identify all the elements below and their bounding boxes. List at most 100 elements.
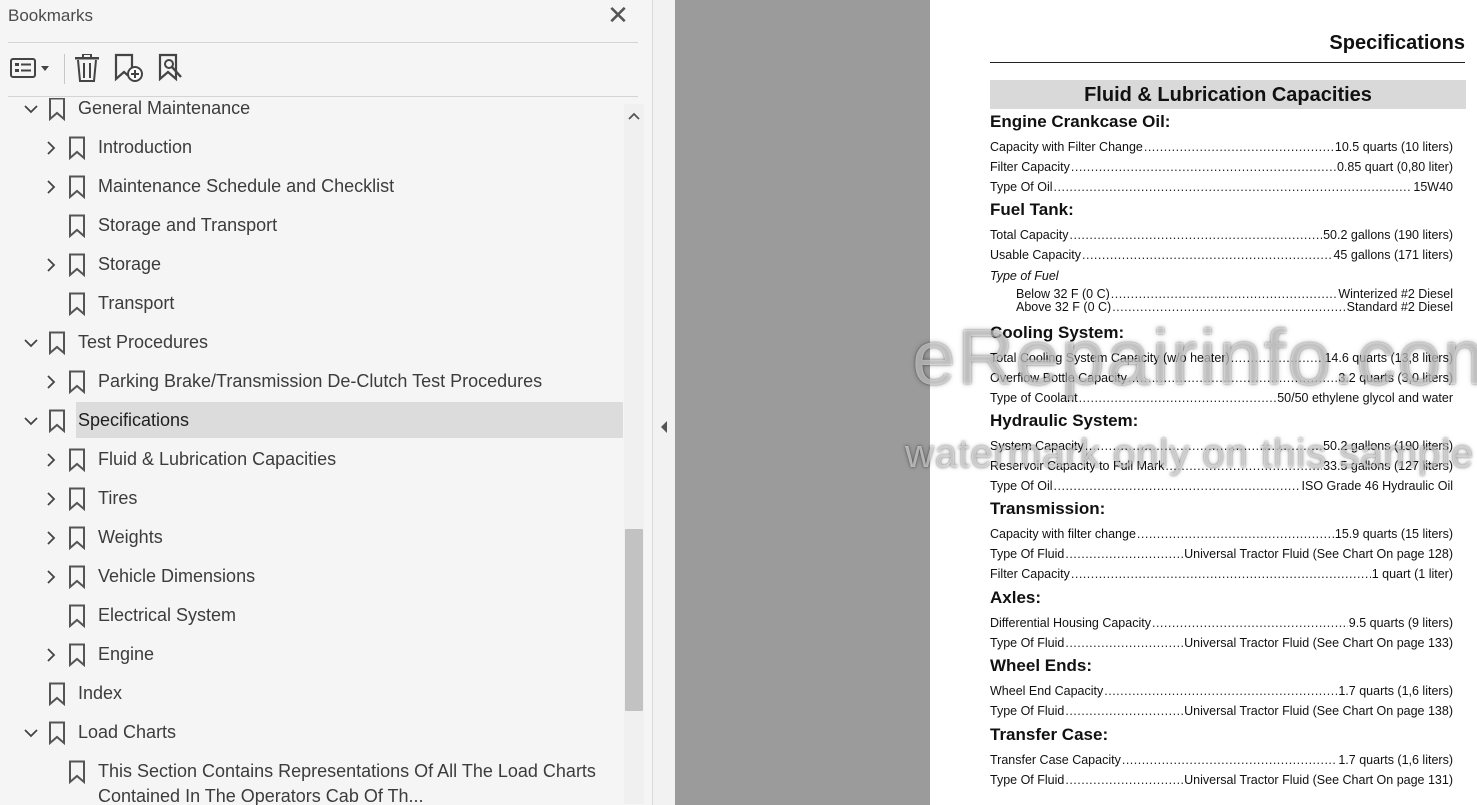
bookmark-icon <box>69 253 85 277</box>
chevron-right-icon[interactable] <box>42 490 60 508</box>
spec-value: 45 gallons (171 liters) <box>1333 248 1453 262</box>
chevron-right-icon[interactable] <box>42 139 60 157</box>
bookmark-icon <box>49 409 65 433</box>
spec-value: Universal Tractor Fluid (See Chart On pa… <box>1184 773 1453 787</box>
chevron-right-icon[interactable] <box>42 529 60 547</box>
bookmark-label: Storage and Transport <box>98 215 278 235</box>
bookmark-label: Test Procedures <box>78 332 209 352</box>
bookmark-icon <box>69 643 85 667</box>
bookmark-item[interactable]: Tires <box>0 480 624 518</box>
spec-note: Type of Fuel <box>990 269 1059 283</box>
bookmark-item[interactable]: This Section Contains Representations Of… <box>0 753 624 805</box>
spec-key: Filter Capacity <box>990 567 1070 581</box>
leader-dots <box>1152 616 1348 630</box>
spec-section-heading: Transfer Case: <box>990 725 1109 744</box>
add-bookmark-button[interactable] <box>110 50 146 86</box>
spec-key: Differential Housing Capacity <box>990 616 1151 630</box>
bookmark-icon <box>69 370 85 394</box>
spec-row: Type Of Oil 15W40 <box>990 180 1453 196</box>
spec-value: 1.7 quarts (1,6 liters) <box>1338 753 1453 767</box>
spec-row: Filter Capacity 1 quart (1 liter) <box>990 567 1453 583</box>
bookmark-icon <box>49 721 65 745</box>
spec-section-heading: Wheel Ends: <box>990 656 1093 675</box>
close-panel-button[interactable]: ✕ <box>605 2 631 28</box>
scroll-thumb[interactable] <box>625 529 643 711</box>
watermark-site: eRepairinfo.com <box>912 313 1477 401</box>
chevron-down-icon[interactable] <box>22 334 40 352</box>
leader-dots <box>1065 704 1183 718</box>
spec-row: Capacity with Filter Change 10.5 quarts (… <box>990 140 1453 156</box>
bookmark-item[interactable]: General Maintenance <box>0 98 624 128</box>
spec-section-heading: Engine Crankcase Oil: <box>990 112 1171 131</box>
bookmark-item[interactable]: Load Charts <box>0 714 624 752</box>
chevron-down-icon[interactable] <box>22 724 40 742</box>
spec-value: 10.5 quarts (10 liters) <box>1334 140 1453 154</box>
leader-dots <box>1144 140 1334 154</box>
spec-row: Type Of Oil ISO Grade 46 Hydraulic Oil <box>990 479 1453 495</box>
leader-dots <box>1065 773 1183 787</box>
bookmark-icon <box>69 487 85 511</box>
bookmark-icon <box>49 331 65 355</box>
bookmark-item[interactable]: Engine <box>0 636 624 674</box>
spec-value: Universal Tractor Fluid (See Chart On pa… <box>1184 636 1453 650</box>
scroll-up-icon[interactable] <box>624 106 644 126</box>
bookmark-icon <box>69 760 85 784</box>
spec-value: 0.85 quart (0,80 liter) <box>1336 160 1453 174</box>
bookmark-item[interactable]: Storage and Transport <box>0 207 624 245</box>
spec-row: Type Of Fluid Universal Tractor Fluid (Se… <box>990 547 1453 563</box>
bookmark-item[interactable]: Test Procedures <box>0 324 624 362</box>
spec-value: 50.2 gallons (190 liters) <box>1323 228 1453 242</box>
page-header: Specifications <box>1329 32 1465 54</box>
bookmark-item[interactable]: Specifications <box>0 402 624 440</box>
chevron-down-icon[interactable] <box>22 100 40 118</box>
spec-value: 9.5 quarts (9 liters) <box>1348 616 1453 630</box>
delete-bookmark-button[interactable] <box>70 50 104 86</box>
spec-row: Differential Housing Capacity 9.5 quarts … <box>990 616 1453 632</box>
find-bookmark-button[interactable] <box>154 50 188 86</box>
bookmark-item[interactable]: Electrical System <box>0 597 624 635</box>
spec-section-heading: Fuel Tank: <box>990 200 1074 219</box>
bookmark-icon <box>49 682 65 706</box>
panel-splitter[interactable] <box>652 0 675 805</box>
tree-scrollbar[interactable] <box>624 104 644 804</box>
leader-dots <box>1070 228 1323 242</box>
bookmark-item[interactable]: Weights <box>0 519 624 557</box>
chevron-right-icon[interactable] <box>42 256 60 274</box>
spec-key: Type Of Fluid <box>990 704 1065 718</box>
bookmark-icon <box>69 175 85 199</box>
bookmark-item[interactable]: Introduction <box>0 129 624 167</box>
watermark-note: watermark only on this sample <box>905 432 1475 476</box>
bookmark-item[interactable]: Fluid & Lubrication Capacities <box>0 441 624 479</box>
chevron-down-icon[interactable] <box>22 412 40 430</box>
bookmark-icon <box>69 448 85 472</box>
section-title: Fluid & Lubrication Capacities <box>990 80 1466 109</box>
leader-dots <box>1104 684 1337 698</box>
panel-title: Bookmarks <box>8 6 94 25</box>
spec-row: Transfer Case Capacity 1.7 quarts (1,6 li… <box>990 753 1453 769</box>
spec-row: Type Of Fluid Universal Tractor Fluid (Se… <box>990 704 1453 720</box>
spec-row: Total Capacity 50.2 gallons (190 liters) <box>990 228 1453 244</box>
bookmark-item[interactable]: Transport <box>0 285 624 323</box>
spec-row: Capacity with filter change 15.9 quarts (… <box>990 527 1453 543</box>
bookmark-label: Parking Brake/Transmission De-Clutch Tes… <box>98 371 543 391</box>
header-rule <box>990 62 1465 63</box>
bookmark-icon <box>49 98 65 121</box>
bookmark-item[interactable]: Vehicle Dimensions <box>0 558 624 596</box>
leader-dots <box>1137 527 1334 541</box>
chevron-right-icon[interactable] <box>42 451 60 469</box>
collapse-panel-icon[interactable] <box>659 419 669 435</box>
chevron-right-icon[interactable] <box>42 373 60 391</box>
chevron-right-icon[interactable] <box>42 178 60 196</box>
spec-value: 15.9 quarts (15 liters) <box>1334 527 1453 541</box>
spec-key: Total Capacity <box>990 228 1069 242</box>
chevron-right-icon[interactable] <box>42 568 60 586</box>
bookmark-item[interactable]: Parking Brake/Transmission De-Clutch Tes… <box>0 363 624 401</box>
bookmark-icon <box>69 565 85 589</box>
bookmark-item[interactable]: Index <box>0 675 624 713</box>
options-menu-button[interactable] <box>8 50 52 86</box>
bookmark-label: Vehicle Dimensions <box>98 566 256 586</box>
bookmark-item[interactable]: Storage <box>0 246 624 284</box>
chevron-right-icon[interactable] <box>42 646 60 664</box>
bookmark-item[interactable]: Maintenance Schedule and Checklist <box>0 168 624 206</box>
bookmark-icon <box>69 292 85 316</box>
